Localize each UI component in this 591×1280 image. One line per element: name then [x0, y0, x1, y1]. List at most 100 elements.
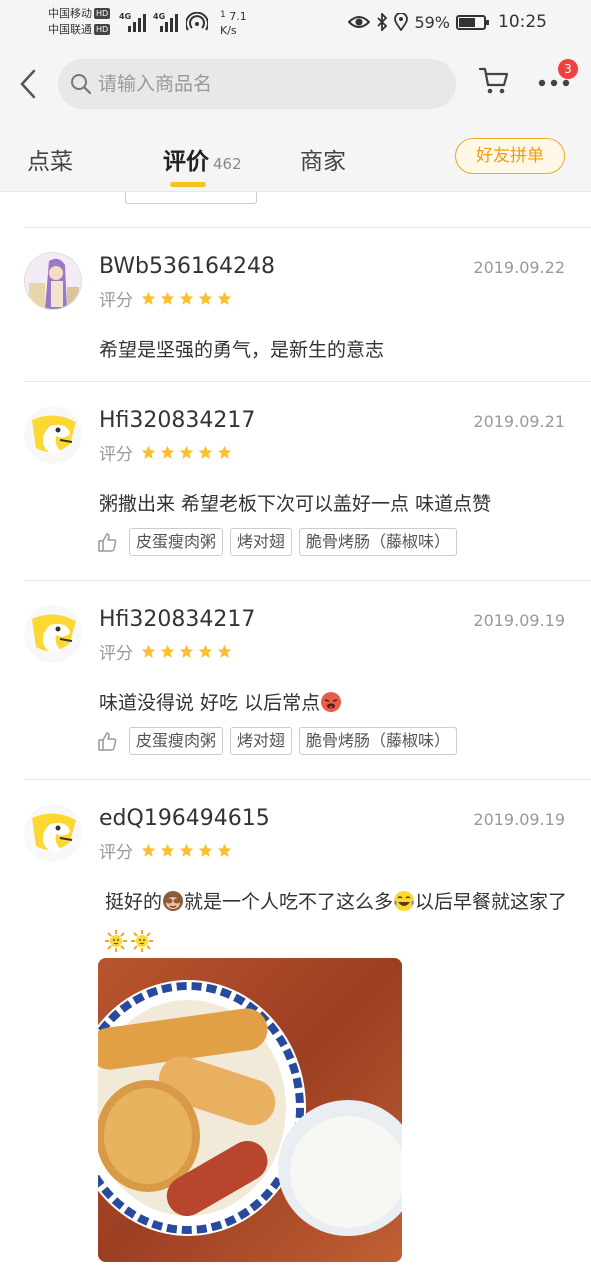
signal-icon — [160, 10, 178, 32]
rating-label: 评分 — [99, 291, 133, 311]
review-text-part: 就是一个人吃不了这么多 — [184, 891, 394, 913]
review-text: 挺好的 就是一个人吃不了这么多 以后早餐就这家了 — [99, 882, 579, 962]
user-avatar-illustration — [25, 253, 81, 309]
hd-badge: HD — [94, 8, 111, 19]
review-text-part: 以后早餐就这家了 — [415, 891, 568, 913]
tab-merchant[interactable]: 商家 — [300, 142, 346, 176]
star-rating — [141, 445, 232, 460]
star-icon — [179, 644, 194, 658]
ordered-item-tag[interactable]: 烤对翅 — [230, 528, 293, 556]
default-avatar-icon — [24, 605, 82, 663]
review-text: 味道没得说 好吃 以后常点 — [99, 683, 579, 723]
location-icon — [394, 13, 409, 31]
star-rating — [141, 644, 232, 659]
tab-reviews[interactable]: 评价 462 — [163, 142, 242, 176]
review-item: Hfi320834217 2019.09.21 评分 粥撒出来 希望老板下次可以… — [24, 381, 591, 580]
active-tab-indicator — [170, 182, 206, 187]
star-icon — [160, 291, 175, 305]
search-input[interactable] — [98, 73, 418, 95]
star-icon — [141, 644, 156, 658]
tears-of-joy-emoji-icon — [394, 891, 415, 911]
rating-label: 评分 — [99, 644, 133, 664]
rating-row: 评分 — [99, 286, 232, 311]
app-header: 3 点菜 评价462 商家 好友拼单 — [0, 44, 591, 192]
thumbs-up-icon[interactable] — [96, 730, 118, 752]
avatar[interactable] — [24, 804, 82, 862]
review-photo[interactable] — [98, 958, 402, 1262]
star-icon — [160, 843, 175, 857]
star-icon — [141, 291, 156, 305]
star-icon — [217, 291, 232, 305]
clock: 10:25 — [498, 12, 547, 32]
star-icon — [179, 445, 194, 459]
star-icon — [198, 644, 213, 658]
star-icon — [198, 843, 213, 857]
review-item: BWb536164248 2019.09.22 评分 希望是坚强的勇气，是新生的… — [24, 227, 591, 381]
star-icon — [160, 644, 175, 658]
avatar[interactable] — [24, 605, 82, 663]
ordered-item-tag[interactable]: 脆骨烤肠（藤椒味） — [299, 727, 458, 755]
review-date: 2019.09.19 — [473, 810, 565, 829]
status-bar: 中国移动 HD 中国联通 HD 4G 4G 1 7.1 K/s 59% 10:25 — [0, 0, 591, 44]
star-icon — [179, 291, 194, 305]
star-rating — [141, 843, 232, 858]
see-no-evil-monkey-emoji-icon — [163, 891, 184, 911]
carrier-2: 中国联通 — [48, 23, 92, 36]
ordered-item-tag[interactable]: 皮蛋瘦肉粥 — [129, 528, 224, 556]
hot-face-emoji-icon — [321, 692, 342, 712]
star-icon — [217, 644, 232, 658]
review-text: 希望是坚强的勇气，是新生的意志 — [99, 339, 385, 361]
ordered-item-tag[interactable]: 皮蛋瘦肉粥 — [129, 727, 224, 755]
search-icon — [71, 74, 92, 95]
review-item: Hfi320834217 2019.09.19 评分 味道没得说 好吃 以后常点… — [24, 580, 591, 779]
review-text: 粥撒出来 希望老板下次可以盖好一点 味道点赞 — [99, 493, 492, 515]
star-rating — [141, 291, 232, 306]
avatar[interactable] — [24, 406, 82, 464]
tab-menu[interactable]: 点菜 — [27, 142, 73, 176]
username: edQ196494615 — [99, 806, 270, 831]
star-icon — [160, 445, 175, 459]
sun-face-emoji-icon — [131, 930, 153, 952]
battery-percent: 59% — [414, 12, 450, 32]
hotspot-icon — [186, 12, 208, 31]
review-count: 462 — [213, 155, 242, 173]
username: Hfi320834217 — [99, 408, 256, 433]
chevron-left-icon — [20, 69, 36, 99]
star-icon — [198, 445, 213, 459]
review-text-part: 挺好的 — [105, 891, 163, 913]
ordered-item-tag[interactable]: 脆骨烤肠（藤椒味） — [299, 528, 458, 556]
username: Hfi320834217 — [99, 607, 256, 632]
review-text-body: 味道没得说 好吃 以后常点 — [99, 692, 321, 714]
search-bar[interactable] — [58, 59, 456, 109]
cart-icon — [478, 67, 509, 94]
star-icon — [217, 843, 232, 857]
cart-button[interactable] — [478, 66, 518, 106]
signal-icon — [128, 10, 146, 32]
avatar[interactable] — [24, 252, 82, 310]
star-icon — [198, 291, 213, 305]
tab-bar: 点菜 评价 462 商家 好友拼单 — [0, 138, 591, 188]
star-icon — [217, 445, 232, 459]
review-item: edQ196494615 2019.09.19 评分 挺好的 就是一个人吃不了这么… — [24, 779, 591, 1280]
bluetooth-icon — [377, 13, 388, 31]
rating-label: 评分 — [99, 843, 133, 863]
rating-row: 评分 — [99, 838, 232, 863]
ordered-item-tag[interactable]: 烤对翅 — [230, 727, 293, 755]
username: BWb536164248 — [99, 254, 275, 279]
eye-icon — [348, 16, 371, 28]
star-icon — [141, 445, 156, 459]
group-order-button[interactable]: 好友拼单 — [455, 138, 565, 174]
review-date: 2019.09.19 — [473, 611, 565, 630]
partial-tag-above — [125, 192, 257, 204]
back-button[interactable] — [10, 64, 46, 104]
hd-badge: HD — [94, 24, 111, 35]
breakfast-food-photo — [98, 958, 402, 1262]
default-avatar-icon — [24, 804, 82, 862]
review-date: 2019.09.21 — [473, 412, 565, 431]
carrier-info: 中国移动 HD 中国联通 HD — [48, 6, 111, 38]
thumbs-up-icon[interactable] — [96, 531, 118, 553]
rating-row: 评分 — [99, 440, 232, 465]
default-avatar-icon — [24, 406, 82, 464]
star-icon — [141, 843, 156, 857]
cart-count-badge: 3 — [558, 59, 578, 79]
